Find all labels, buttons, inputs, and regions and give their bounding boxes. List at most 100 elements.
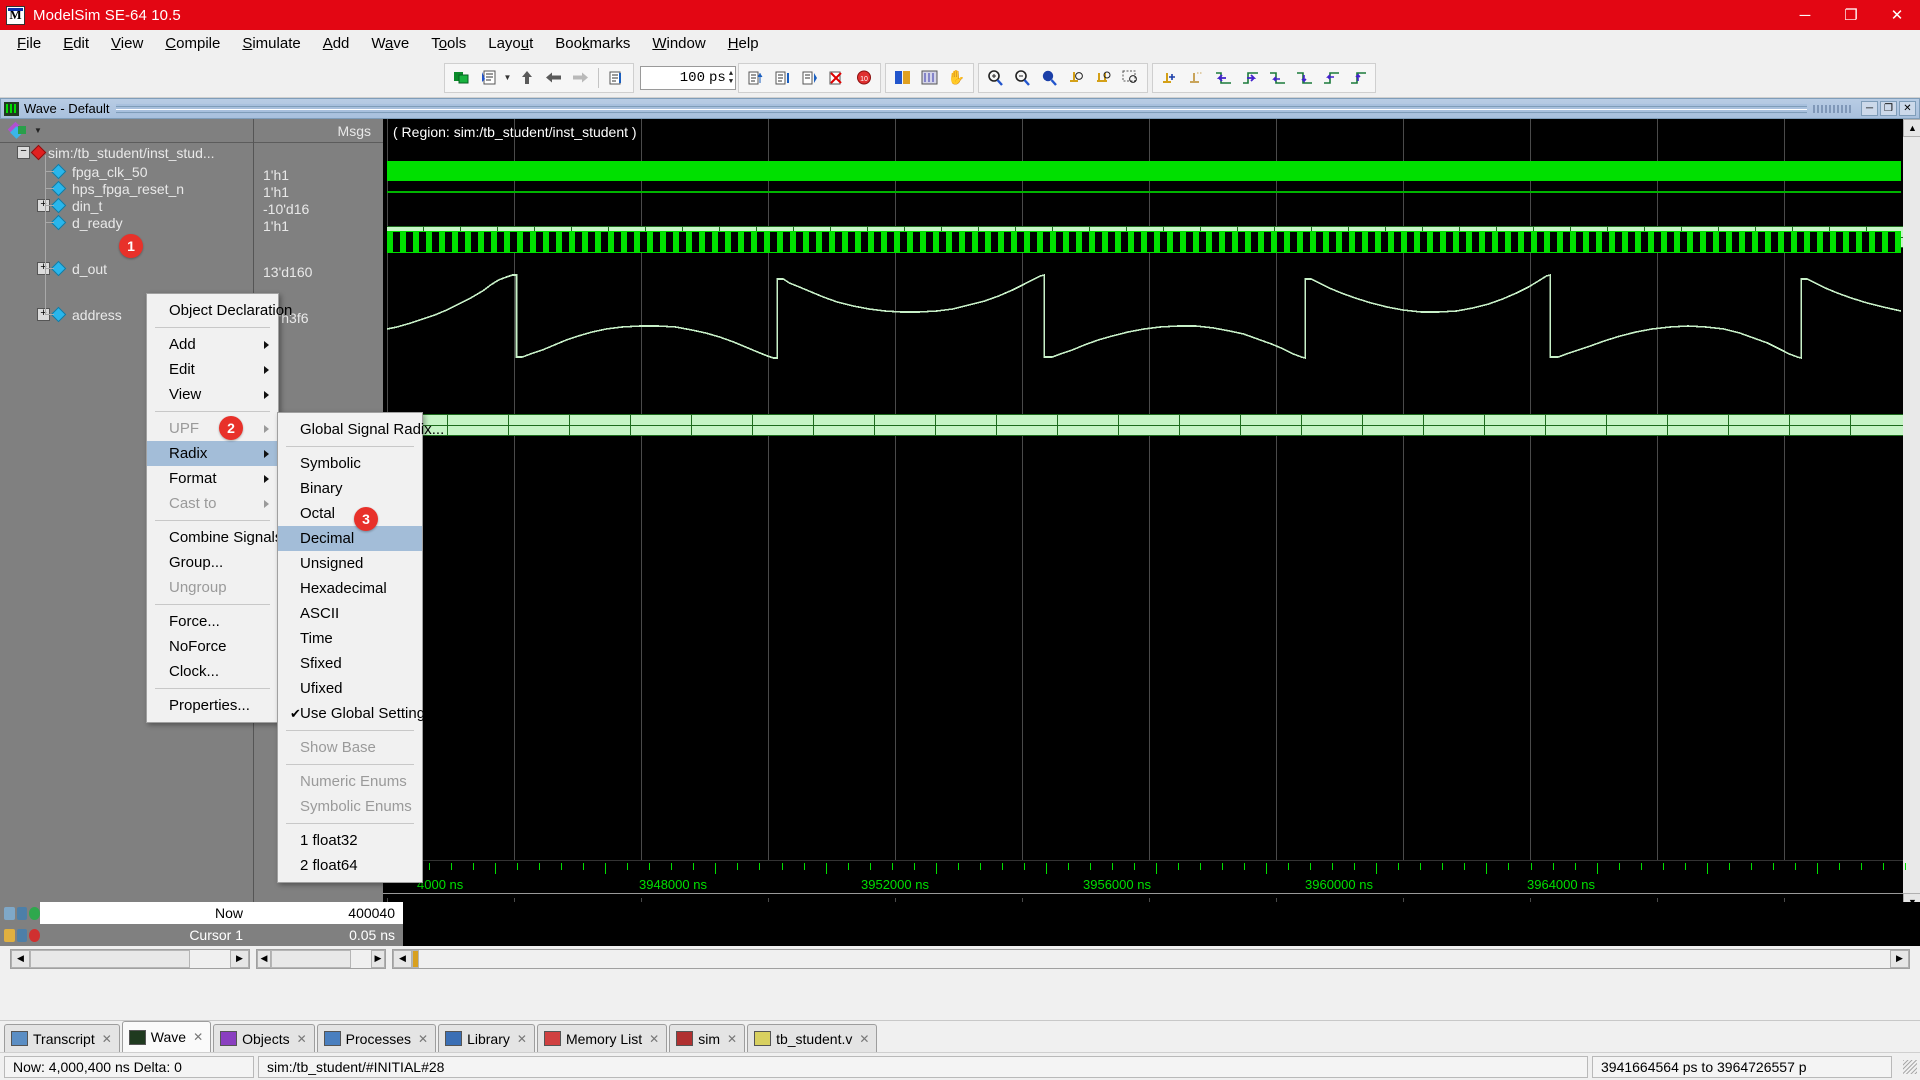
- menu-item-2-float64[interactable]: 2 float64: [278, 853, 422, 878]
- break-icon[interactable]: [823, 65, 850, 91]
- menu-file[interactable]: File: [6, 31, 52, 56]
- menu-item-clock[interactable]: Clock...: [147, 659, 278, 684]
- tab-wave[interactable]: Wave✕: [122, 1021, 211, 1052]
- names-scroll-left[interactable]: ◀: [11, 950, 30, 968]
- menu-item-add[interactable]: Add: [147, 332, 278, 357]
- radix-submenu[interactable]: Global Signal Radix... SymbolicBinaryOcta…: [277, 412, 423, 883]
- menu-item-symbolic[interactable]: Symbolic: [278, 451, 422, 476]
- pan-hand-icon[interactable]: ✋: [943, 65, 970, 91]
- stop-icon[interactable]: 10: [850, 65, 877, 91]
- titlebar-grip[interactable]: [1813, 105, 1853, 113]
- zoom-range-icon[interactable]: [1090, 65, 1117, 91]
- delete-cursor-icon[interactable]: [1183, 65, 1210, 91]
- minimize-button[interactable]: ─: [1782, 0, 1828, 30]
- wave-restore-button[interactable]: ❐: [1880, 101, 1897, 116]
- wave-dataflow-icon[interactable]: [916, 65, 943, 91]
- zoom-cursor-icon[interactable]: [1063, 65, 1090, 91]
- signal-row-d-out[interactable]: +d_out: [0, 259, 253, 278]
- find-next-falling-icon[interactable]: [1291, 65, 1318, 91]
- lock-icon[interactable]: [4, 929, 15, 942]
- run-icon[interactable]: [742, 65, 769, 91]
- add-cursor-icon[interactable]: [29, 907, 40, 920]
- menu-item-1-float32[interactable]: 1 float32: [278, 828, 422, 853]
- zoom-out-icon[interactable]: [1009, 65, 1036, 91]
- step-forward-icon[interactable]: [567, 65, 594, 91]
- menu-item-combine-signals[interactable]: Combine Signals...: [147, 525, 278, 550]
- tab-library[interactable]: Library✕: [438, 1024, 535, 1052]
- run-all-icon[interactable]: [769, 65, 796, 91]
- chevron-down-icon[interactable]: ▼: [34, 126, 42, 135]
- values-scroll-left[interactable]: ◀: [257, 950, 271, 968]
- tab-close-icon[interactable]: ✕: [297, 1032, 307, 1046]
- menu-wave[interactable]: Wave: [360, 31, 420, 56]
- menu-item-properties[interactable]: Properties...: [147, 693, 278, 718]
- menu-item-object-declaration[interactable]: Object Declaration: [147, 298, 278, 323]
- insert-cursor-icon[interactable]: [1156, 65, 1183, 91]
- resize-grip-icon[interactable]: [1903, 1060, 1917, 1074]
- signal-context-menu[interactable]: Object DeclarationAddEditViewUPFRadixFor…: [146, 293, 279, 723]
- find-next-transition-icon[interactable]: [1237, 65, 1264, 91]
- zoom-full-icon[interactable]: [1036, 65, 1063, 91]
- wave-compare-icon[interactable]: [889, 65, 916, 91]
- compile-icon[interactable]: [448, 65, 475, 91]
- menu-simulate[interactable]: Simulate: [231, 31, 311, 56]
- names-hscrollbar[interactable]: ◀ ▶: [10, 949, 250, 969]
- tab-close-icon[interactable]: ✕: [859, 1032, 869, 1046]
- find-next-rising-icon[interactable]: [1345, 65, 1372, 91]
- run-length-spinner[interactable]: 100 ps ▲▼: [640, 66, 736, 90]
- tab-close-icon[interactable]: ✕: [102, 1032, 112, 1046]
- zoom-in-icon[interactable]: [982, 65, 1009, 91]
- menu-add[interactable]: Add: [312, 31, 361, 56]
- maximize-button[interactable]: ❐: [1828, 0, 1874, 30]
- tab-memory-list[interactable]: Memory List✕: [537, 1024, 667, 1052]
- wave-close-button[interactable]: ✕: [1899, 101, 1916, 116]
- tab-sim[interactable]: sim✕: [669, 1024, 745, 1052]
- menu-item-noforce[interactable]: NoForce: [147, 634, 278, 659]
- tab-close-icon[interactable]: ✕: [193, 1030, 203, 1044]
- menu-item-unsigned[interactable]: Unsigned: [278, 551, 422, 576]
- menu-item-ufixed[interactable]: Ufixed: [278, 676, 422, 701]
- wave-scroll-thumb[interactable]: [412, 950, 419, 968]
- wave-scroll-right[interactable]: ▶: [1890, 950, 1909, 968]
- menu-item-format[interactable]: Format: [147, 466, 278, 491]
- values-hscrollbar[interactable]: ◀ ▶: [256, 949, 386, 969]
- menu-item-sfixed[interactable]: Sfixed: [278, 651, 422, 676]
- menu-window[interactable]: Window: [641, 31, 716, 56]
- run-continue-icon[interactable]: [796, 65, 823, 91]
- tab-close-icon[interactable]: ✕: [649, 1032, 659, 1046]
- wave-expand-icon[interactable]: [4, 907, 15, 920]
- tab-tb-student-v[interactable]: tb_student.v✕: [747, 1024, 877, 1052]
- menu-item-group[interactable]: Group...: [147, 550, 278, 575]
- menu-item-time[interactable]: Time: [278, 626, 422, 651]
- menu-item-decimal[interactable]: Decimal: [278, 526, 422, 551]
- scroll-up-button[interactable]: ▲: [1903, 119, 1920, 137]
- menu-item-octal[interactable]: Octal: [278, 501, 422, 526]
- timeline-ruler[interactable]: 4000 ns3948000 ns3952000 ns3956000 ns396…: [383, 860, 1903, 898]
- find-prev-transition-icon[interactable]: [1210, 65, 1237, 91]
- tab-processes[interactable]: Processes✕: [317, 1024, 436, 1052]
- find-prev-falling-icon[interactable]: [1264, 65, 1291, 91]
- tab-close-icon[interactable]: ✕: [517, 1032, 527, 1046]
- menu-layout[interactable]: Layout: [477, 31, 544, 56]
- menu-bookmarks[interactable]: Bookmarks: [544, 31, 641, 56]
- tab-transcript[interactable]: Transcript✕: [4, 1024, 120, 1052]
- menu-item-view[interactable]: View: [147, 382, 278, 407]
- step-back-icon[interactable]: [540, 65, 567, 91]
- wave-vertical-scrollbar[interactable]: ▲ ▼: [1903, 119, 1920, 911]
- menu-item-edit[interactable]: Edit: [147, 357, 278, 382]
- values-scroll-thumb[interactable]: [271, 950, 351, 968]
- menu-item-ascii[interactable]: ASCII: [278, 601, 422, 626]
- names-scroll-right[interactable]: ▶: [230, 950, 249, 968]
- tab-close-icon[interactable]: ✕: [418, 1032, 428, 1046]
- expander-toggle[interactable]: −: [17, 146, 30, 159]
- zoom-mode-icon[interactable]: [1117, 65, 1144, 91]
- menu-item-force[interactable]: Force...: [147, 609, 278, 634]
- chevron-down-icon[interactable]: ▼: [502, 65, 513, 91]
- close-button[interactable]: ✕: [1874, 0, 1920, 30]
- menu-item-binary[interactable]: Binary: [278, 476, 422, 501]
- signal-row-d-ready[interactable]: d_ready: [0, 213, 253, 232]
- spinner-arrows[interactable]: ▲▼: [729, 70, 733, 86]
- menu-item-global-signal-radix[interactable]: Global Signal Radix...: [278, 417, 422, 442]
- tab-objects[interactable]: Objects✕: [213, 1024, 315, 1052]
- waveform-canvas[interactable]: ( Region: sim:/tb_student/inst_student ): [383, 119, 1903, 911]
